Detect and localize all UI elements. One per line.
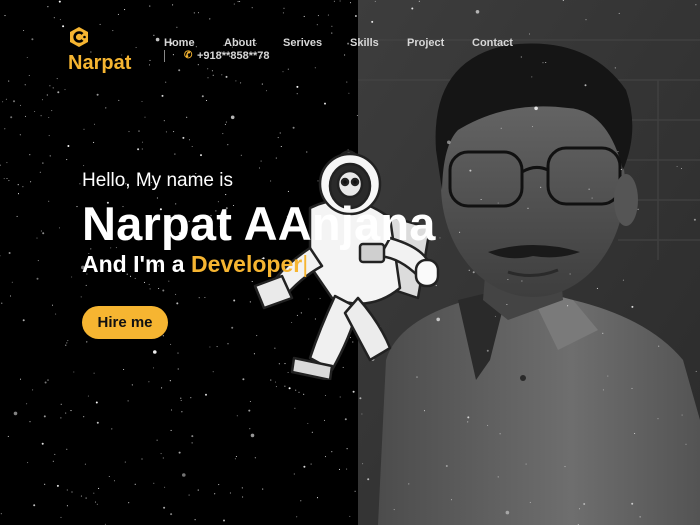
- star: [359, 397, 362, 400]
- nav-link-project[interactable]: Project: [407, 37, 444, 49]
- star: [657, 418, 659, 420]
- star: [472, 271, 475, 274]
- hero-role-word: Developer: [190, 251, 303, 277]
- nav-link-home[interactable]: Home: [164, 37, 195, 49]
- phone-icon: ✆: [184, 50, 193, 61]
- star: [367, 478, 370, 481]
- star: [505, 510, 510, 515]
- star: [607, 375, 609, 377]
- hero-section: Hello, My name is Narpat AAnjana And I'm…: [82, 170, 436, 278]
- star: [637, 208, 639, 210]
- star: [681, 414, 683, 416]
- star: [620, 168, 622, 170]
- brand-logo[interactable]: Narpat: [68, 26, 131, 75]
- star: [393, 509, 395, 511]
- star: [507, 278, 509, 281]
- star: [418, 0, 420, 2]
- star: [525, 463, 527, 465]
- star: [500, 127, 502, 129]
- nav-link-services[interactable]: Serives: [283, 37, 322, 49]
- star: [585, 19, 587, 21]
- star: [423, 410, 426, 412]
- star: [591, 197, 593, 199]
- star: [506, 303, 508, 306]
- star: [486, 349, 489, 352]
- star: [631, 305, 634, 308]
- star: [475, 10, 480, 14]
- star: [445, 465, 448, 467]
- phone-number: +918**858**78: [197, 50, 270, 62]
- star: [487, 424, 489, 426]
- star: [569, 273, 571, 275]
- star: [658, 345, 660, 347]
- star: [631, 387, 633, 389]
- star: [362, 463, 364, 465]
- nav-link-contact[interactable]: Contact: [472, 37, 513, 49]
- star: [617, 150, 619, 153]
- c-hexagon-logo-icon: [70, 27, 88, 47]
- star: [467, 416, 470, 419]
- star: [676, 165, 678, 168]
- star: [578, 508, 581, 510]
- star: [588, 188, 590, 190]
- star: [602, 332, 604, 334]
- star: [497, 476, 499, 478]
- hero-role-prefix: And I'm a: [82, 251, 191, 277]
- star: [542, 62, 544, 64]
- nav-link-skills[interactable]: Skills: [350, 37, 379, 49]
- star: [562, 0, 564, 2]
- star: [685, 443, 687, 445]
- star: [521, 280, 523, 282]
- star: [695, 4, 697, 6]
- star: [567, 305, 569, 307]
- star: [447, 140, 451, 145]
- star: [408, 483, 410, 485]
- star: [468, 269, 470, 271]
- star: [564, 466, 566, 468]
- star: [614, 67, 616, 69]
- star: [480, 198, 482, 201]
- page: Narpat Home About Serives Skills Project…: [0, 0, 700, 525]
- hero-name: Narpat AAnjana: [82, 197, 436, 250]
- star: [584, 84, 587, 87]
- hero-role: And I'm a Developer|: [82, 251, 436, 278]
- star: [602, 389, 604, 391]
- star: [469, 169, 472, 172]
- star: [540, 186, 542, 188]
- star: [361, 413, 363, 415]
- nav-link-about[interactable]: About: [224, 37, 256, 49]
- star: [545, 61, 547, 64]
- phone-contact[interactable]: ✆ +918**858**78: [164, 50, 270, 62]
- star: [494, 315, 496, 317]
- star: [520, 56, 522, 58]
- star: [499, 433, 501, 435]
- star: [467, 421, 469, 423]
- star: [680, 167, 683, 170]
- star: [371, 20, 374, 23]
- star: [634, 432, 636, 435]
- star: [583, 503, 586, 505]
- star: [497, 202, 499, 204]
- star: [528, 33, 531, 35]
- hire-me-button[interactable]: Hire me: [82, 306, 168, 339]
- star: [374, 0, 376, 2]
- star: [639, 516, 641, 518]
- star: [529, 501, 531, 503]
- brand-name: Narpat: [68, 52, 132, 74]
- star: [631, 502, 634, 505]
- star: [622, 279, 624, 281]
- star: [693, 218, 696, 221]
- star: [618, 12, 620, 14]
- hero-greeting: Hello, My name is: [82, 170, 233, 191]
- star: [695, 370, 697, 372]
- star: [531, 126, 534, 128]
- star: [411, 7, 414, 10]
- star: [596, 287, 598, 289]
- star: [527, 207, 529, 209]
- star: [534, 106, 538, 111]
- star: [531, 76, 533, 78]
- typing-cursor: |: [302, 251, 309, 277]
- star: [450, 499, 453, 501]
